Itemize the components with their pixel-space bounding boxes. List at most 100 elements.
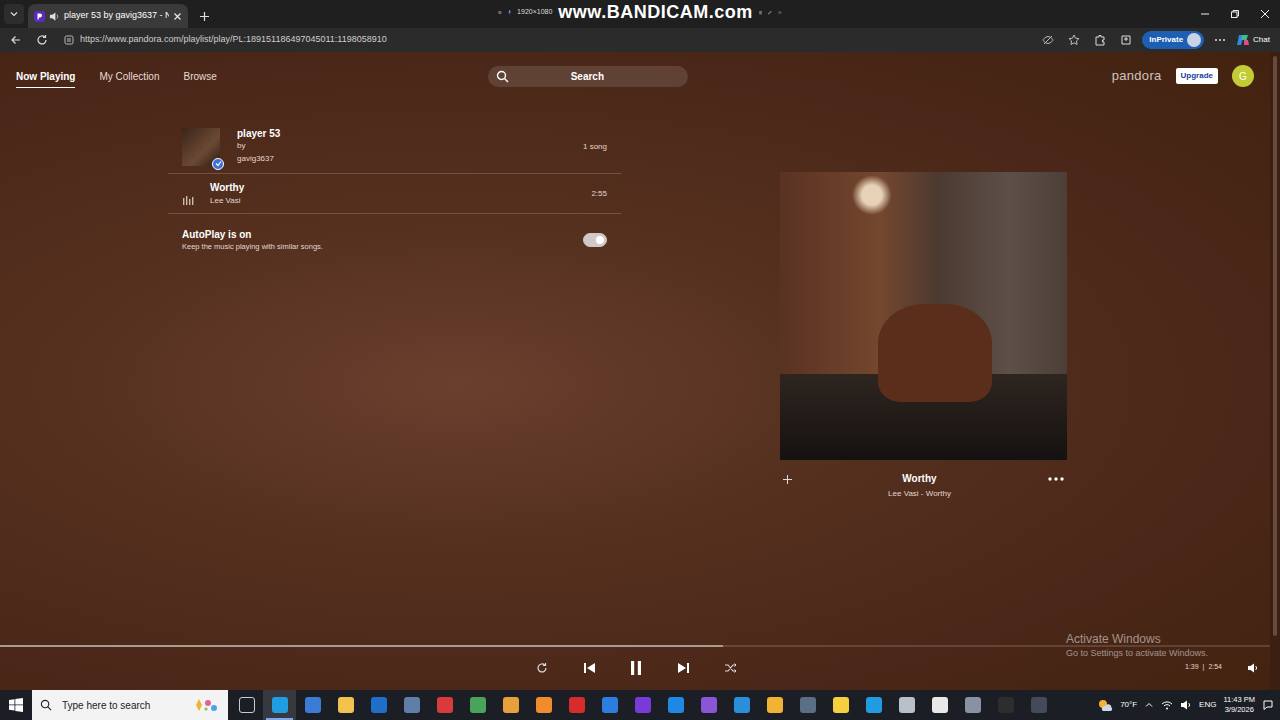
url-field[interactable]: https://www.pandora.com/playlist/play/PL… bbox=[58, 30, 1032, 50]
volume-icon[interactable] bbox=[1180, 699, 1192, 711]
volume-button[interactable] bbox=[1244, 659, 1262, 677]
taskbar-app[interactable] bbox=[230, 690, 263, 720]
verified-badge-icon bbox=[212, 158, 224, 170]
notification-icon[interactable] bbox=[1262, 699, 1274, 711]
taskbar-app[interactable] bbox=[329, 690, 362, 720]
taskbar-app[interactable] bbox=[791, 690, 824, 720]
taskbar-app[interactable] bbox=[725, 690, 758, 720]
account-avatar[interactable]: G bbox=[1232, 65, 1254, 87]
taskbar-app[interactable] bbox=[362, 690, 395, 720]
start-button[interactable] bbox=[0, 690, 32, 720]
refresh-icon bbox=[36, 34, 48, 46]
playlist-header[interactable]: player 53 by gavig3637 1 song bbox=[168, 120, 621, 174]
collections-button[interactable] bbox=[1116, 30, 1136, 50]
taskbar-app[interactable] bbox=[956, 690, 989, 720]
taskbar-app[interactable] bbox=[461, 690, 494, 720]
site-info-icon[interactable] bbox=[64, 35, 74, 45]
taskbar-app[interactable] bbox=[1022, 690, 1055, 720]
track-row[interactable]: WorthyLee Vasi2:55 bbox=[168, 174, 621, 214]
recorder-overlay: 1920×1080 www.BANDICAM.com bbox=[490, 0, 790, 24]
weather-icon[interactable] bbox=[1097, 698, 1113, 712]
new-tab-button[interactable] bbox=[192, 4, 216, 28]
progress-fill bbox=[0, 645, 723, 647]
network-icon[interactable] bbox=[1161, 699, 1173, 711]
taskbar-app[interactable] bbox=[263, 690, 296, 720]
extensions-button[interactable] bbox=[1090, 30, 1110, 50]
track-artist[interactable]: Lee Vasi bbox=[210, 195, 244, 207]
song-subtitle[interactable]: Lee Vasi - Worthy bbox=[794, 486, 1045, 502]
taskbar-app[interactable] bbox=[395, 690, 428, 720]
taskbar-app[interactable] bbox=[296, 690, 329, 720]
playlist-title[interactable]: player 53 bbox=[237, 127, 280, 140]
app-icon bbox=[536, 697, 552, 713]
taskbar-app[interactable] bbox=[758, 690, 791, 720]
taskbar-app[interactable] bbox=[890, 690, 923, 720]
app-icon bbox=[701, 697, 717, 713]
replay-button[interactable] bbox=[530, 656, 554, 680]
playlist-owner[interactable]: gavig3637 bbox=[237, 153, 280, 166]
chevron-up-icon[interactable] bbox=[1144, 700, 1154, 710]
taskbar-app[interactable] bbox=[692, 690, 725, 720]
maximize-button[interactable] bbox=[1220, 0, 1250, 28]
chevron-down-icon bbox=[9, 9, 19, 19]
browser-tab[interactable]: player 53 by gavig3637 - Now bbox=[28, 4, 188, 28]
microphone-icon[interactable] bbox=[508, 7, 511, 17]
taskbar-app[interactable] bbox=[824, 690, 857, 720]
more-options-button[interactable] bbox=[1045, 472, 1067, 486]
search-input[interactable] bbox=[515, 69, 680, 84]
camera-icon[interactable] bbox=[759, 8, 763, 17]
minimize-button[interactable] bbox=[1190, 0, 1220, 28]
weather-temperature[interactable]: 70°F bbox=[1120, 699, 1137, 711]
taskbar-app[interactable] bbox=[857, 690, 890, 720]
taskbar-app[interactable] bbox=[626, 690, 659, 720]
taskbar-app[interactable] bbox=[494, 690, 527, 720]
close-overlay-icon[interactable] bbox=[778, 8, 782, 17]
progress-track[interactable] bbox=[0, 645, 1270, 647]
pencil-icon[interactable] bbox=[768, 8, 772, 17]
taskbar-app[interactable] bbox=[428, 690, 461, 720]
settings-menu-button[interactable] bbox=[1210, 30, 1230, 50]
inprivate-badge[interactable]: InPrivate bbox=[1142, 31, 1204, 49]
taskbar-app[interactable] bbox=[593, 690, 626, 720]
previous-button[interactable] bbox=[577, 656, 601, 680]
search-highlight-icon bbox=[192, 697, 220, 713]
next-button[interactable] bbox=[671, 656, 695, 680]
nav-tab[interactable]: My Collection bbox=[99, 65, 159, 88]
page-scrollbar[interactable] bbox=[1270, 52, 1280, 690]
back-button[interactable] bbox=[6, 30, 26, 50]
add-button[interactable] bbox=[780, 472, 794, 486]
autoplay-toggle[interactable] bbox=[583, 233, 607, 247]
equalizer-icon bbox=[182, 188, 194, 200]
taskbar-app[interactable] bbox=[527, 690, 560, 720]
search-box[interactable] bbox=[488, 66, 688, 87]
menu-icon[interactable] bbox=[498, 8, 502, 17]
taskbar-search[interactable] bbox=[32, 690, 228, 720]
close-window-button[interactable] bbox=[1250, 0, 1280, 28]
taskbar-app[interactable] bbox=[560, 690, 593, 720]
song-title[interactable]: Worthy bbox=[794, 472, 1045, 486]
close-tab-icon[interactable] bbox=[173, 12, 182, 21]
autoplay-title: AutoPlay is on bbox=[182, 228, 323, 241]
play-pause-button[interactable] bbox=[624, 656, 648, 680]
taskbar-app[interactable] bbox=[989, 690, 1022, 720]
speaker-icon[interactable] bbox=[49, 11, 60, 22]
input-language[interactable]: ENG bbox=[1199, 699, 1216, 711]
pandora-app: Now Playing My Collection Browse pandora U… bbox=[0, 52, 1270, 690]
nav-tab[interactable]: Browse bbox=[183, 65, 216, 88]
tab-actions-button[interactable] bbox=[4, 4, 24, 24]
clock[interactable]: 11:43 PM 3/9/2026 bbox=[1223, 695, 1255, 716]
nav-tab[interactable]: Now Playing bbox=[16, 65, 75, 88]
upgrade-button[interactable]: Upgrade bbox=[1176, 68, 1218, 84]
refresh-button[interactable] bbox=[32, 30, 52, 50]
shuffle-button[interactable] bbox=[718, 656, 742, 680]
taskbar-app[interactable] bbox=[659, 690, 692, 720]
favorite-button[interactable] bbox=[1064, 30, 1084, 50]
pandora-logo[interactable]: pandora bbox=[1112, 66, 1162, 86]
profile-icon bbox=[1187, 33, 1201, 47]
taskbar-app[interactable] bbox=[923, 690, 956, 720]
tracking-button[interactable] bbox=[1038, 30, 1058, 50]
copilot-chat-button[interactable]: Chat bbox=[1236, 33, 1274, 47]
app-icon bbox=[239, 697, 255, 713]
app-icon bbox=[503, 697, 519, 713]
taskbar-search-input[interactable] bbox=[60, 697, 184, 714]
